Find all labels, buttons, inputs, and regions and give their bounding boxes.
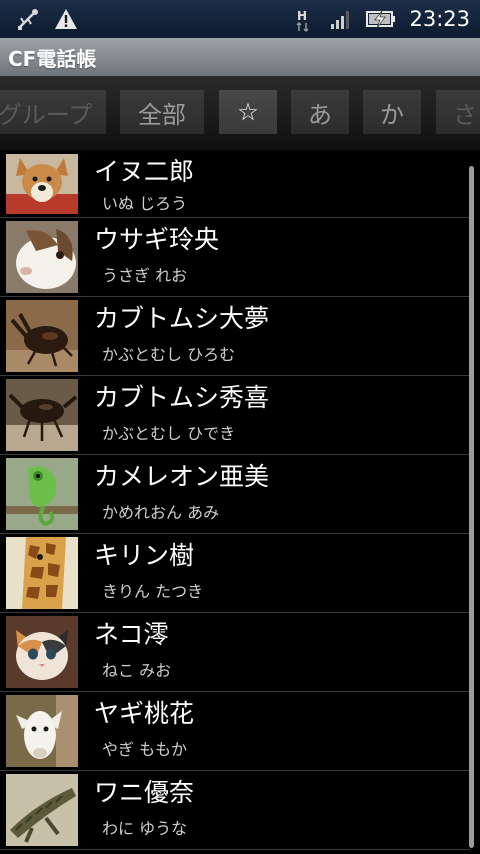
chameleon-avatar xyxy=(6,458,78,530)
contact-row[interactable]: ヤギ桃花 やぎ ももか xyxy=(0,692,470,771)
index-tab-strip[interactable]: グループ 全部 ☆ あ か さ xyxy=(0,76,480,150)
contact-row[interactable]: ネコ澪 ねこ みお xyxy=(0,613,470,692)
status-bar: H 23:23 xyxy=(0,0,480,38)
contact-reading: きりん たつき xyxy=(102,582,204,601)
svg-text:H: H xyxy=(297,9,307,23)
cat-avatar xyxy=(6,616,78,688)
warning-icon xyxy=(54,7,78,31)
battery-charging-icon xyxy=(365,7,397,31)
tab-group[interactable]: グループ xyxy=(0,90,106,134)
contact-name: カメレオン亜美 xyxy=(94,462,270,491)
list-scrollbar[interactable] xyxy=(469,166,474,848)
status-time: 23:23 xyxy=(409,7,470,31)
contact-row[interactable]: カブトムシ秀喜 かぶとむし ひでき xyxy=(0,376,470,455)
usb-debug-icon xyxy=(16,7,40,31)
app-title: CF電話帳 xyxy=(8,46,97,71)
tab-a[interactable]: あ xyxy=(291,90,349,134)
tab-all[interactable]: 全部 xyxy=(120,90,204,134)
contact-reading: かぶとむし ひでき xyxy=(102,424,236,443)
crocodile-avatar xyxy=(6,774,78,846)
contact-reading: かぶとむし ひろむ xyxy=(102,345,236,364)
contact-reading: ねこ みお xyxy=(102,661,172,680)
giraffe-avatar xyxy=(6,537,78,609)
contact-list[interactable]: イヌ二郎 いぬ じろう ウサギ玲央 うさぎ れお カブトムシ大夢 かぶとむし ひ… xyxy=(0,154,470,850)
tab-ka[interactable]: か xyxy=(363,90,421,134)
contact-name: イヌ二郎 xyxy=(94,157,195,186)
contact-name: ヤギ桃花 xyxy=(94,699,195,728)
contact-name: ウサギ玲央 xyxy=(94,225,220,254)
contact-row[interactable]: ワニ優奈 わに ゆうな xyxy=(0,771,470,850)
contact-name: ワニ優奈 xyxy=(94,778,195,807)
contact-row[interactable]: イヌ二郎 いぬ じろう xyxy=(0,154,470,218)
contact-reading: わに ゆうな xyxy=(102,819,188,838)
rabbit-avatar xyxy=(6,221,78,293)
goat-avatar xyxy=(6,695,78,767)
contact-reading: うさぎ れお xyxy=(102,266,188,285)
contact-reading: やぎ ももか xyxy=(102,740,188,759)
network-h-icon: H xyxy=(293,7,317,33)
contact-row[interactable]: カブトムシ大夢 かぶとむし ひろむ xyxy=(0,297,470,376)
contact-name: カブトムシ大夢 xyxy=(94,304,270,333)
tab-sa[interactable]: さ xyxy=(436,90,480,134)
beetle-avatar xyxy=(6,300,78,372)
contact-row[interactable]: キリン樹 きりん たつき xyxy=(0,534,470,613)
contact-name: ネコ澪 xyxy=(94,620,169,649)
contact-name: キリン樹 xyxy=(94,541,195,570)
beetle-avatar xyxy=(6,379,78,451)
contact-reading: いぬ じろう xyxy=(102,194,188,213)
contact-row[interactable]: カメレオン亜美 かめれおん あみ xyxy=(0,455,470,534)
contact-name: カブトムシ秀喜 xyxy=(94,383,270,412)
signal-icon xyxy=(329,7,353,31)
title-bar: CF電話帳 xyxy=(0,38,480,76)
tab-favorites[interactable]: ☆ xyxy=(219,90,277,134)
contact-row[interactable]: ウサギ玲央 うさぎ れお xyxy=(0,218,470,297)
dog-avatar xyxy=(6,154,78,214)
contact-reading: かめれおん あみ xyxy=(102,503,220,522)
